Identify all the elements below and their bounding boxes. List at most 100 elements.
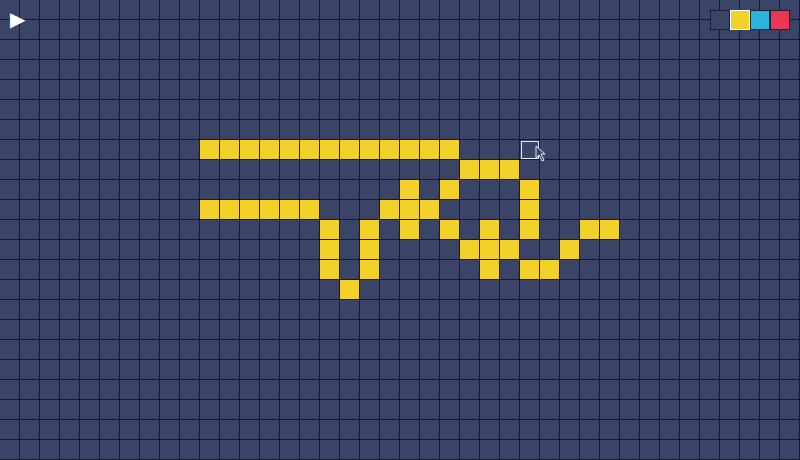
- grid-cell[interactable]: [680, 300, 700, 320]
- grid-cell[interactable]: [140, 360, 160, 380]
- grid-cell[interactable]: [360, 360, 380, 380]
- grid-cell[interactable]: [460, 260, 480, 280]
- grid-cell[interactable]: [0, 420, 20, 440]
- filled-cell[interactable]: [400, 180, 420, 200]
- grid-cell[interactable]: [580, 240, 600, 260]
- grid-cell[interactable]: [300, 220, 320, 240]
- grid-cell[interactable]: [580, 40, 600, 60]
- grid-cell[interactable]: [420, 300, 440, 320]
- grid-cell[interactable]: [240, 360, 260, 380]
- grid-cell[interactable]: [700, 440, 720, 460]
- grid-cell[interactable]: [220, 340, 240, 360]
- grid-cell[interactable]: [280, 0, 300, 20]
- grid-cell[interactable]: [420, 380, 440, 400]
- grid-cell[interactable]: [420, 340, 440, 360]
- grid-cell[interactable]: [280, 120, 300, 140]
- grid-cell[interactable]: [400, 260, 420, 280]
- grid-cell[interactable]: [160, 240, 180, 260]
- filled-cell[interactable]: [440, 180, 460, 200]
- grid-cell[interactable]: [620, 360, 640, 380]
- grid-cell[interactable]: [200, 340, 220, 360]
- grid-cell[interactable]: [140, 380, 160, 400]
- grid-cell[interactable]: [640, 160, 660, 180]
- grid-cell[interactable]: [660, 260, 680, 280]
- grid-cell[interactable]: [780, 240, 800, 260]
- grid-cell[interactable]: [640, 280, 660, 300]
- grid-cell[interactable]: [60, 340, 80, 360]
- grid-cell[interactable]: [480, 440, 500, 460]
- grid-cell[interactable]: [500, 420, 520, 440]
- grid-cell[interactable]: [460, 0, 480, 20]
- grid-cell[interactable]: [520, 100, 540, 120]
- grid-cell[interactable]: [20, 320, 40, 340]
- grid-cell[interactable]: [660, 60, 680, 80]
- grid-cell[interactable]: [240, 220, 260, 240]
- grid-cell[interactable]: [200, 80, 220, 100]
- grid-cell[interactable]: [460, 360, 480, 380]
- grid-cell[interactable]: [100, 320, 120, 340]
- grid-cell[interactable]: [400, 440, 420, 460]
- grid-cell[interactable]: [440, 120, 460, 140]
- grid-cell[interactable]: [560, 420, 580, 440]
- grid-cell[interactable]: [80, 180, 100, 200]
- grid-cell[interactable]: [660, 100, 680, 120]
- grid-cell[interactable]: [100, 80, 120, 100]
- grid-cell[interactable]: [520, 40, 540, 60]
- grid-cell[interactable]: [100, 20, 120, 40]
- grid-cell[interactable]: [480, 80, 500, 100]
- grid-cell[interactable]: [780, 340, 800, 360]
- grid-cell[interactable]: [180, 440, 200, 460]
- grid-cell[interactable]: [220, 400, 240, 420]
- grid-cell[interactable]: [640, 220, 660, 240]
- grid-cell[interactable]: [280, 220, 300, 240]
- grid-cell[interactable]: [260, 160, 280, 180]
- grid-cell[interactable]: [60, 300, 80, 320]
- grid-cell[interactable]: [780, 220, 800, 240]
- grid-cell[interactable]: [280, 80, 300, 100]
- grid-cell[interactable]: [420, 180, 440, 200]
- grid-cell[interactable]: [260, 340, 280, 360]
- grid-cell[interactable]: [460, 420, 480, 440]
- grid-cell[interactable]: [60, 220, 80, 240]
- grid-cell[interactable]: [180, 140, 200, 160]
- grid-cell[interactable]: [780, 260, 800, 280]
- grid-cell[interactable]: [600, 180, 620, 200]
- grid-cell[interactable]: [0, 200, 20, 220]
- grid-cell[interactable]: [140, 60, 160, 80]
- color-swatch[interactable]: [750, 10, 770, 30]
- grid-cell[interactable]: [300, 160, 320, 180]
- grid-cell[interactable]: [420, 360, 440, 380]
- grid-cell[interactable]: [100, 380, 120, 400]
- grid-cell[interactable]: [640, 0, 660, 20]
- grid-cell[interactable]: [660, 300, 680, 320]
- grid-cell[interactable]: [60, 440, 80, 460]
- grid-cell[interactable]: [40, 260, 60, 280]
- grid-cell[interactable]: [460, 140, 480, 160]
- grid-cell[interactable]: [40, 160, 60, 180]
- grid-cell[interactable]: [320, 300, 340, 320]
- grid-cell[interactable]: [320, 180, 340, 200]
- grid-cell[interactable]: [660, 80, 680, 100]
- grid-cell[interactable]: [0, 240, 20, 260]
- grid-cell[interactable]: [180, 60, 200, 80]
- grid-cell[interactable]: [60, 320, 80, 340]
- grid-cell[interactable]: [760, 140, 780, 160]
- grid-cell[interactable]: [160, 40, 180, 60]
- grid-cell[interactable]: [580, 0, 600, 20]
- grid-cell[interactable]: [340, 120, 360, 140]
- grid-cell[interactable]: [200, 300, 220, 320]
- grid-cell[interactable]: [700, 340, 720, 360]
- grid-cell[interactable]: [700, 420, 720, 440]
- paint-grid[interactable]: [0, 0, 800, 460]
- filled-cell[interactable]: [440, 220, 460, 240]
- grid-cell[interactable]: [620, 400, 640, 420]
- grid-cell[interactable]: [100, 220, 120, 240]
- grid-cell[interactable]: [240, 240, 260, 260]
- grid-cell[interactable]: [720, 420, 740, 440]
- grid-cell[interactable]: [60, 120, 80, 140]
- grid-cell[interactable]: [120, 200, 140, 220]
- grid-cell[interactable]: [300, 360, 320, 380]
- grid-cell[interactable]: [600, 240, 620, 260]
- grid-cell[interactable]: [520, 20, 540, 40]
- grid-cell[interactable]: [80, 420, 100, 440]
